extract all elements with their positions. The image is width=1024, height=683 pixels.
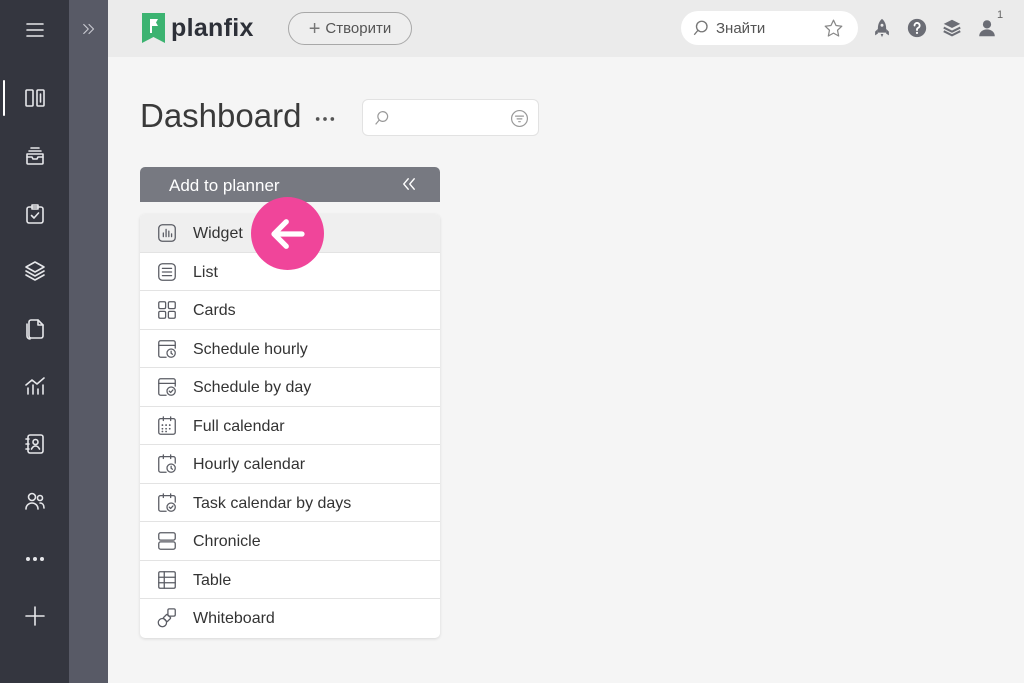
add-to-planner-title: Add to planner <box>169 176 280 195</box>
planner-item-schedule-hourly[interactable]: Schedule hourly <box>140 330 440 368</box>
search-icon <box>693 20 708 36</box>
top-bar: planfix + Створити Знайти 1 <box>108 0 1024 57</box>
sidebar-item-projects[interactable] <box>0 251 69 291</box>
add-icon <box>24 606 45 626</box>
planner-item-chronicle[interactable]: Chronicle <box>140 522 440 561</box>
secondary-panel-collapsed <box>69 0 108 683</box>
hamburger-menu-icon <box>25 23 44 37</box>
sidebar-item-tasks[interactable] <box>0 194 69 234</box>
search-placeholder: Знайти <box>716 19 766 37</box>
hourly-calendar-icon <box>156 453 178 475</box>
plus-icon: + <box>308 17 321 40</box>
create-button[interactable]: + Створити <box>288 12 412 45</box>
sidebar-item-dashboard[interactable] <box>0 78 69 118</box>
inbox-icon <box>25 147 44 165</box>
arrow-left-icon <box>270 218 305 249</box>
planner-widget-list: Widget List Cards Schedule hourly Schedu… <box>140 214 440 638</box>
layers-icon <box>24 261 45 281</box>
list-icon <box>156 261 178 283</box>
planner-item-hourly-calendar[interactable]: Hourly calendar <box>140 445 440 484</box>
user-icon <box>979 20 995 37</box>
page-title: Dashboard <box>140 97 302 134</box>
analytics-icon <box>24 377 45 395</box>
widget-icon <box>156 222 178 244</box>
logo-text: planfix <box>171 13 254 42</box>
dashboard-more-button[interactable] <box>313 107 337 131</box>
create-button-label: Створити <box>325 20 392 37</box>
planner-item-label: Cards <box>193 302 236 319</box>
full-calendar-icon <box>156 415 178 437</box>
sidebar-item-documents[interactable] <box>0 309 69 349</box>
expand-panel-button[interactable] <box>69 9 108 49</box>
table-icon <box>156 569 178 591</box>
task-calendar-icon <box>156 492 178 514</box>
sidebar-item-inbox[interactable] <box>0 136 69 176</box>
planner-item-label: Schedule by day <box>193 379 312 396</box>
planner-item-full-calendar[interactable]: Full calendar <box>140 407 440 445</box>
planner-item-schedule-by-day[interactable]: Schedule by day <box>140 368 440 407</box>
favorites-star-icon[interactable] <box>823 18 844 39</box>
rocket-button[interactable] <box>868 14 896 42</box>
layers-icon <box>943 19 961 37</box>
chronicle-icon <box>156 530 178 552</box>
documents-icon <box>25 319 44 340</box>
sidebar-item-add[interactable] <box>0 596 69 636</box>
planfix-logo[interactable]: planfix <box>142 12 254 44</box>
rocket-icon <box>875 18 889 38</box>
planner-item-label: List <box>193 263 218 281</box>
schedule-by-day-icon <box>156 376 178 398</box>
sidebar-item-contacts[interactable] <box>0 424 69 464</box>
planner-item-label: Hourly calendar <box>193 456 306 473</box>
filter-icon[interactable] <box>510 109 529 128</box>
planner-item-label: Table <box>193 571 232 589</box>
tasks-icon <box>25 204 44 224</box>
planner-item-label: Chronicle <box>193 533 261 550</box>
schedule-hourly-icon <box>156 338 178 360</box>
more-icon <box>25 557 44 561</box>
sidebar-item-team[interactable] <box>0 481 69 521</box>
notification-count: 1 <box>997 9 1004 21</box>
team-icon <box>24 492 45 510</box>
planner-item-label: Task calendar by days <box>193 494 352 512</box>
logo-flag-icon <box>142 13 165 43</box>
planner-item-whiteboard[interactable]: Whiteboard <box>140 599 440 638</box>
sidebar-item-analytics[interactable] <box>0 366 69 406</box>
planner-item-label: Full calendar <box>193 417 285 435</box>
global-search[interactable]: Знайти <box>681 11 858 45</box>
collapse-chevrons-left-icon[interactable] <box>400 175 418 193</box>
contacts-icon <box>24 434 44 454</box>
planner-item-label: Whiteboard <box>193 610 275 627</box>
sidebar-item-more[interactable] <box>0 539 69 579</box>
whiteboard-icon <box>156 607 178 629</box>
planner-item-label: Widget <box>193 225 243 242</box>
pointer-arrow-annotation <box>251 197 324 270</box>
search-icon <box>375 111 389 125</box>
planner-item-label: Schedule hourly <box>193 340 308 358</box>
planner-item-cards[interactable]: Cards <box>140 291 440 330</box>
help-icon <box>907 18 927 38</box>
chevrons-right-icon <box>82 23 94 35</box>
cards-icon <box>156 299 178 321</box>
help-button[interactable] <box>903 14 931 42</box>
planner-item-task-calendar-by-days[interactable]: Task calendar by days <box>140 484 440 522</box>
main-sidebar <box>0 0 69 683</box>
layers-button[interactable] <box>938 14 966 42</box>
dashboard-icon <box>24 89 45 107</box>
dashboard-search-input[interactable] <box>362 99 539 136</box>
sidebar-item-menu[interactable] <box>0 10 69 50</box>
more-icon <box>315 117 335 121</box>
planner-item-table[interactable]: Table <box>140 561 440 599</box>
